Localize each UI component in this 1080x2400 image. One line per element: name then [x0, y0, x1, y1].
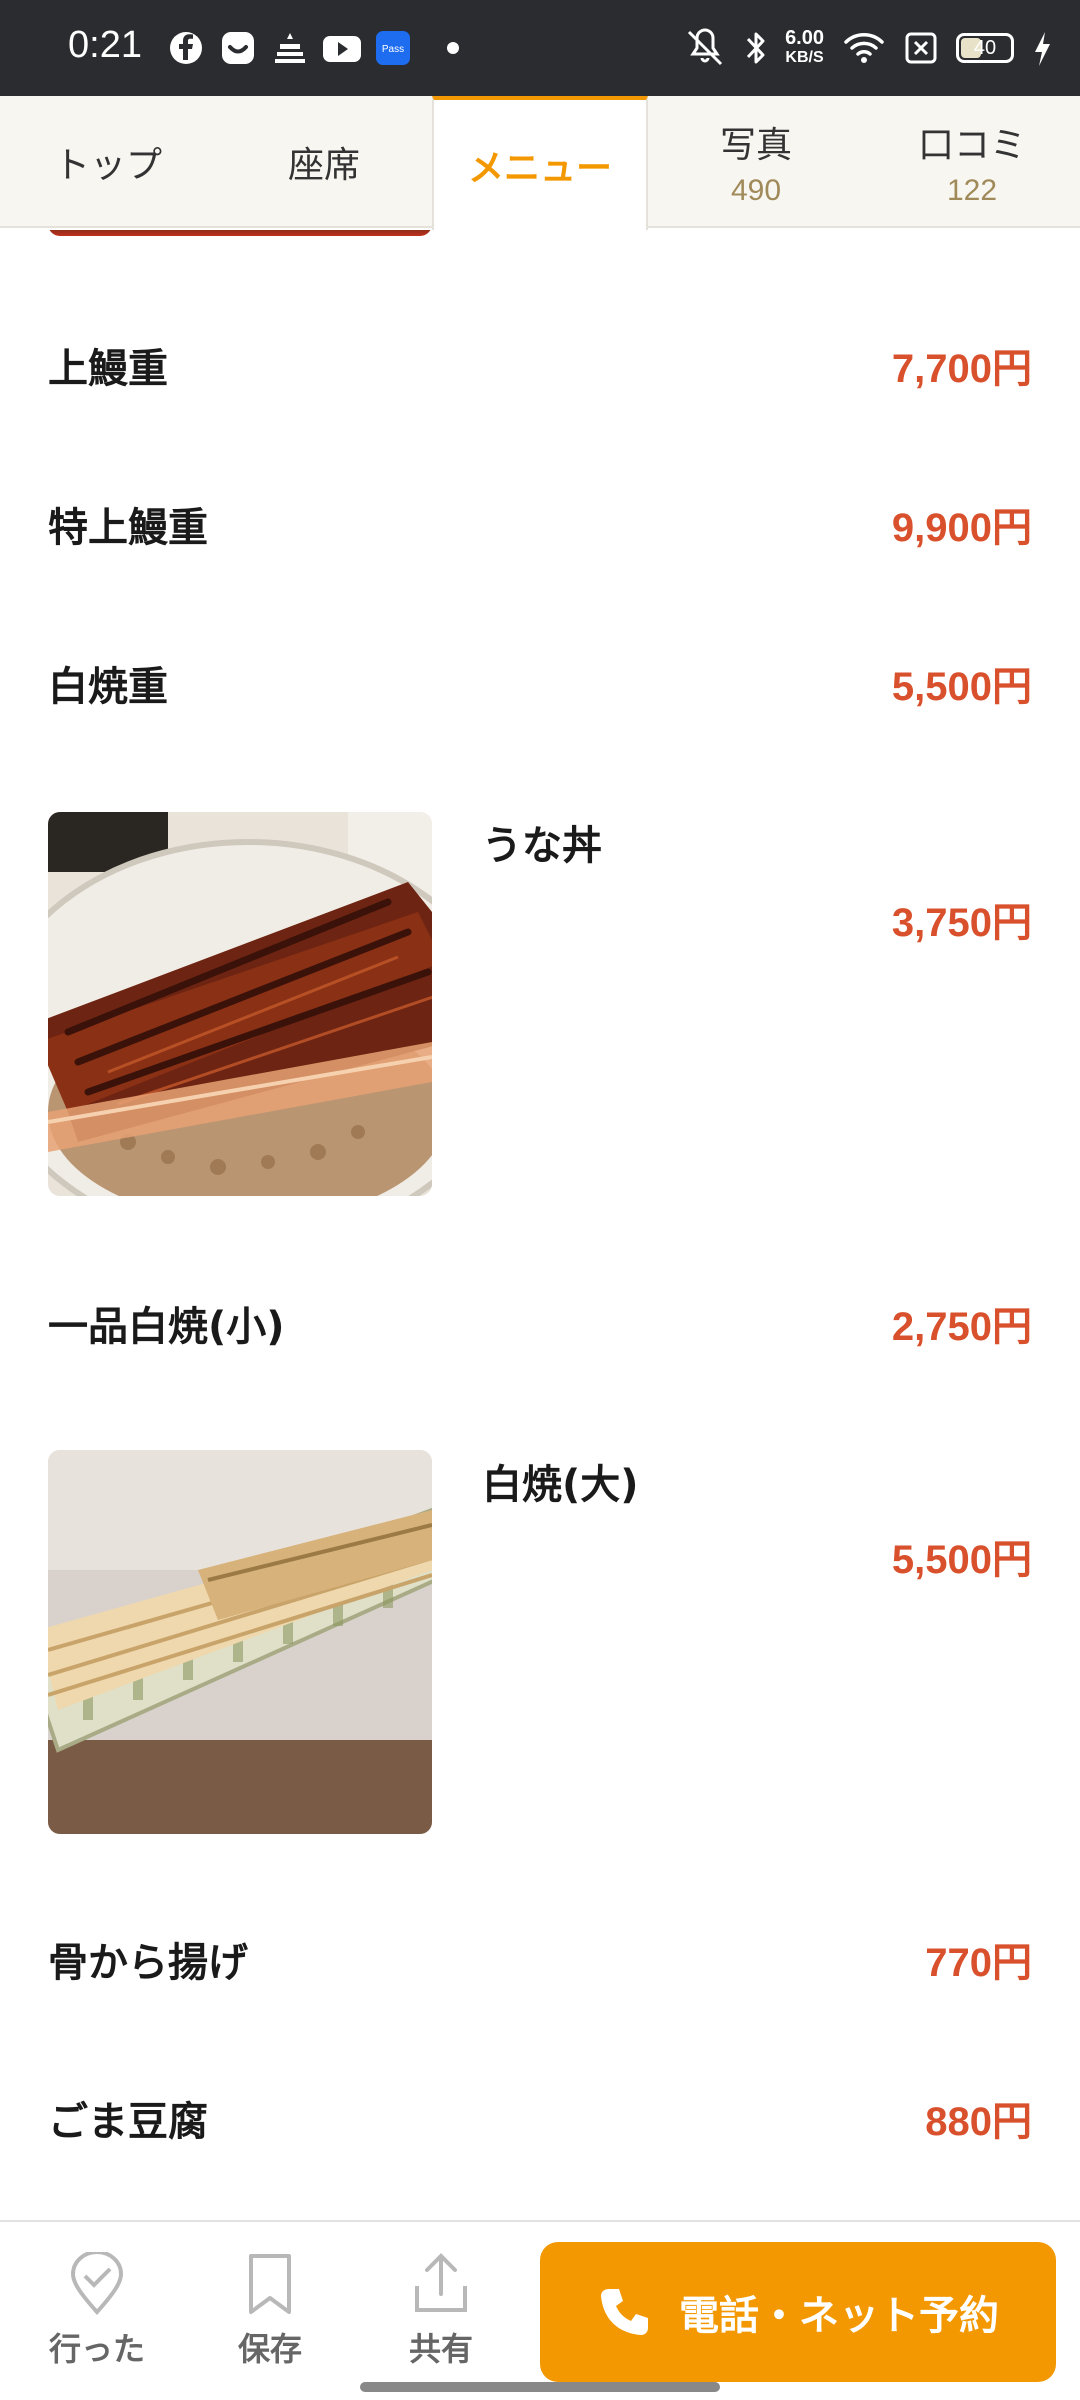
menu-item-name[interactable]: 白焼(大): [482, 1452, 639, 1510]
menu-item-price: 770円: [925, 1941, 1032, 1985]
dot-icon: [447, 42, 459, 54]
youtube-icon: [323, 36, 361, 62]
menu-item-name[interactable]: 一品白焼(小): [48, 1294, 285, 1352]
wifi-icon: [844, 33, 884, 63]
tab-menu[interactable]: メニュー: [432, 96, 648, 230]
mute-icon: [688, 28, 723, 66]
menu-item-name[interactable]: 特上鰻重: [48, 495, 208, 553]
menu-item-price: 7,700円: [891, 347, 1032, 391]
battery-percent: 40: [973, 37, 997, 59]
speed-unit: KB/S: [785, 49, 824, 66]
menu-item-name[interactable]: 白焼重: [48, 654, 168, 712]
menu-item-name[interactable]: 上鰻重: [48, 336, 168, 394]
bookmark-icon: [249, 2254, 291, 2314]
tab-label: トップ: [53, 145, 162, 186]
smile-app-icon: [222, 32, 254, 64]
network-speed: 6.00 KB/S: [785, 28, 824, 68]
menu-list[interactable]: 上鰻重 7,700円 特上鰻重 9,900円 白焼重 5,500円 うな丼 3,…: [0, 230, 1080, 2220]
tab-photos[interactable]: 写真 490: [648, 96, 864, 228]
menu-item-name[interactable]: 骨から揚げ: [48, 1930, 248, 1988]
menu-item-name[interactable]: ごま豆腐: [48, 2089, 208, 2147]
share-button[interactable]: 共有: [376, 2252, 506, 2370]
svg-text:Pass: Pass: [382, 44, 404, 55]
tab-seats[interactable]: 座席: [216, 96, 432, 228]
tab-label: 写真: [719, 125, 792, 166]
visited-check-icon: [70, 2252, 124, 2315]
visited-label: 行った: [48, 2330, 145, 2368]
save-button[interactable]: 保存: [205, 2252, 335, 2370]
menu-item-price: 3,750円: [891, 901, 1032, 945]
menu-item-name[interactable]: うな丼: [482, 813, 602, 871]
status-time: 0:21: [68, 24, 142, 66]
status-right: 6.00 KB/S 40: [683, 26, 1052, 70]
x-box-icon: [905, 32, 937, 64]
battery-icon: 40: [956, 33, 1014, 63]
bottom-action-bar: 行った 保存 共有 電話・ネット予約: [0, 2220, 1080, 2400]
tab-label: メニュー: [467, 148, 612, 189]
bluetooth-icon: [746, 32, 765, 64]
pass-app-icon: Pass: [376, 31, 410, 65]
tab-count: 122: [946, 174, 998, 207]
tab-top[interactable]: トップ: [0, 96, 216, 228]
menu-item-price: 5,500円: [891, 1538, 1032, 1582]
tab-reviews[interactable]: 口コミ 122: [864, 96, 1080, 228]
reserve-button[interactable]: 電話・ネット予約: [540, 2242, 1056, 2382]
menu-item-price: 880円: [925, 2100, 1032, 2144]
shirayaki-photo[interactable]: [48, 1450, 432, 1834]
reserve-label: 電話・ネット予約: [679, 2293, 999, 2339]
home-indicator[interactable]: [360, 2382, 720, 2392]
menu-item-price: 2,750円: [891, 1305, 1032, 1349]
tab-label: 座席: [287, 145, 360, 186]
visited-button[interactable]: 行った: [32, 2252, 162, 2370]
share-label: 共有: [408, 2330, 473, 2368]
tab-bar: トップ 座席 メニュー 写真 490 口コミ 122: [0, 96, 1080, 230]
save-label: 保存: [237, 2330, 302, 2368]
tab-label: 口コミ: [917, 125, 1026, 166]
share-icon: [415, 2253, 467, 2312]
tab-count: 490: [730, 174, 782, 207]
charging-icon: [1035, 32, 1050, 66]
facebook-icon: [170, 32, 202, 64]
status-bar: 0:21 Pass 6.00 KB/S 40: [0, 0, 1080, 96]
unadon-photo[interactable]: [48, 812, 432, 1196]
menu-item-price: 9,900円: [891, 506, 1032, 550]
menu-item-price: 5,500円: [891, 665, 1032, 709]
phone-icon: [601, 2289, 648, 2335]
previous-item-photo[interactable]: [48, 230, 432, 236]
cake-app-icon: [275, 33, 305, 63]
speed-value: 6.00: [785, 27, 824, 49]
